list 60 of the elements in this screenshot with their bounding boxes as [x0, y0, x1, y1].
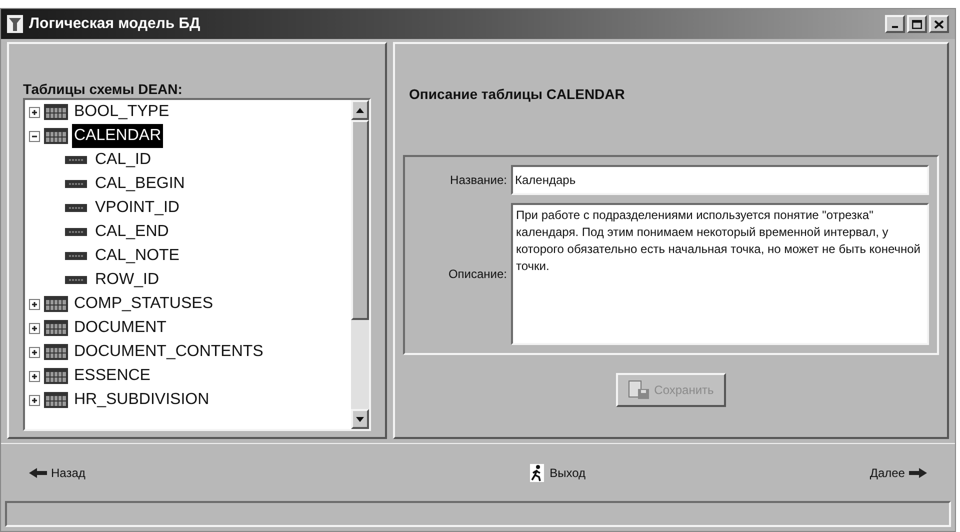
window-title: Логическая модель БД [29, 14, 200, 34]
left-arrow-icon [29, 468, 47, 478]
tree-label: Таблицы схемы DEAN: [23, 80, 184, 98]
table-icon [44, 368, 68, 384]
field-icon [65, 276, 87, 284]
scroll-thumb[interactable] [351, 120, 369, 320]
table-icon [44, 296, 68, 312]
field-icon [65, 156, 87, 164]
name-label: Название: [449, 172, 507, 189]
tree-item[interactable]: DOCUMENT_CONTENTS [72, 340, 266, 364]
close-icon [934, 20, 944, 28]
field-icon [65, 252, 87, 260]
down-arrow-icon [356, 416, 364, 422]
table-icon [44, 128, 68, 144]
tree-item[interactable]: BOOL_TYPE [72, 100, 172, 124]
expand-icon[interactable] [29, 370, 40, 382]
running-person-icon [530, 464, 544, 482]
save-icon [628, 380, 650, 400]
next-button[interactable]: Далее [870, 464, 927, 482]
scrollbar[interactable] [351, 100, 369, 429]
tree-item[interactable]: CAL_BEGIN [93, 172, 187, 196]
description-label: Описание: [447, 266, 507, 283]
table-icon [44, 320, 68, 336]
minimize-icon [892, 26, 898, 28]
tree-item[interactable]: DOCUMENT [72, 316, 168, 340]
table-icon [44, 104, 68, 120]
tree-item[interactable]: ROW_ID [93, 268, 161, 292]
tree-item[interactable]: HR_SUBDIVISION [72, 388, 212, 412]
tree-item[interactable]: COMP_STATUSES [72, 292, 215, 316]
back-button[interactable]: Назад [29, 464, 86, 482]
tree-item[interactable]: CALENDAR [72, 124, 164, 148]
tree-item[interactable]: CAL_END [93, 220, 171, 244]
tree-item[interactable]: CAL_NOTE [93, 244, 182, 268]
maximize-icon [912, 20, 922, 28]
tree-item[interactable]: ESSENCE [72, 364, 152, 388]
expand-icon[interactable] [29, 298, 40, 310]
up-arrow-icon [356, 108, 364, 112]
name-field[interactable]: Календарь [511, 165, 929, 195]
tree-item[interactable]: VPOINT_ID [93, 196, 182, 220]
expand-icon[interactable] [29, 322, 40, 334]
expand-icon[interactable] [29, 394, 40, 406]
minimize-button[interactable] [885, 15, 905, 33]
description-field[interactable]: При работе с подразделениями используется понятие "отрезка" календаря. Под этим понимаем некоторый временной интервал, у которого обязательно есть начальная точка, но может не быть конечной точки. [511, 203, 929, 345]
maximize-button[interactable] [907, 15, 927, 33]
field-icon [65, 228, 87, 236]
collapse-icon[interactable] [29, 130, 40, 142]
window-icon [7, 15, 23, 33]
field-icon [65, 204, 87, 212]
details-heading: Описание таблицы CALENDAR [408, 85, 626, 104]
close-button[interactable] [929, 15, 949, 33]
table-icon [44, 392, 68, 408]
expand-icon[interactable] [29, 346, 40, 358]
field-icon [65, 180, 87, 188]
scroll-down-button[interactable] [351, 409, 369, 429]
tree-item[interactable]: CAL_ID [93, 148, 154, 172]
table-icon [44, 344, 68, 360]
scroll-up-button[interactable] [351, 100, 369, 120]
right-arrow-icon [908, 468, 927, 478]
expand-icon[interactable] [29, 106, 40, 118]
exit-button[interactable]: Выход [530, 464, 586, 482]
